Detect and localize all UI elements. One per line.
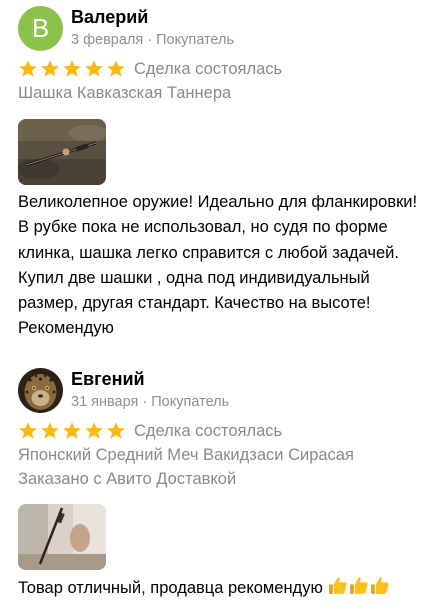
star-icon <box>85 422 103 439</box>
review-meta: 3 февраля · Покупатель <box>71 32 235 48</box>
delivery-note: Заказано с Авито Доставкой <box>18 470 237 488</box>
rating-row: Сделка состоялась <box>18 58 418 80</box>
review-text: Великолепное оружие! Идеально для фланки… <box>18 193 418 338</box>
review-meta: 31 января · Покупатель <box>71 394 230 410</box>
star-icon <box>107 422 125 439</box>
star-icon <box>19 422 37 439</box>
thumbs-up-icon <box>371 577 390 594</box>
deal-status: Сделка состоялась <box>134 59 283 78</box>
avatar[interactable] <box>18 368 63 413</box>
star-icon <box>19 60 37 77</box>
star-rating <box>18 421 126 441</box>
star-icon <box>63 60 81 77</box>
sword-photo-image <box>18 119 106 185</box>
review-text: Товар отличный, продавца рекомендую <box>18 579 323 597</box>
avatar[interactable]: В <box>18 6 63 51</box>
review-header: Евгений 31 января · Покупатель <box>18 368 418 416</box>
item-title[interactable]: Шашка Кавказская Таннера <box>18 84 231 103</box>
star-icon <box>41 422 59 439</box>
author-name[interactable]: Евгений <box>71 369 145 390</box>
star-icon <box>85 60 103 77</box>
star-icon <box>107 60 125 77</box>
review-header: В Валерий 3 февраля · Покупатель <box>18 6 418 54</box>
thumbs-up-icon <box>350 577 369 594</box>
rating-row: Сделка состоялась <box>18 420 418 442</box>
sword-photo-image <box>18 504 106 570</box>
star-icon <box>63 422 81 439</box>
thumbs-up-icon <box>329 577 348 594</box>
review-text-row: Товар отличный, продавца рекомендую <box>18 575 418 601</box>
review-photo[interactable] <box>18 119 106 185</box>
review-photo[interactable] <box>18 504 106 570</box>
star-icon <box>41 60 59 77</box>
deal-status: Сделка состоялась <box>134 421 283 440</box>
author-name[interactable]: Валерий <box>71 7 148 28</box>
star-rating <box>18 59 126 79</box>
item-title[interactable]: Японский Средний Меч Вакидзаси Сирасая <box>18 446 354 465</box>
leopard-avatar-image <box>18 368 63 413</box>
avatar-letter: В <box>31 13 50 43</box>
